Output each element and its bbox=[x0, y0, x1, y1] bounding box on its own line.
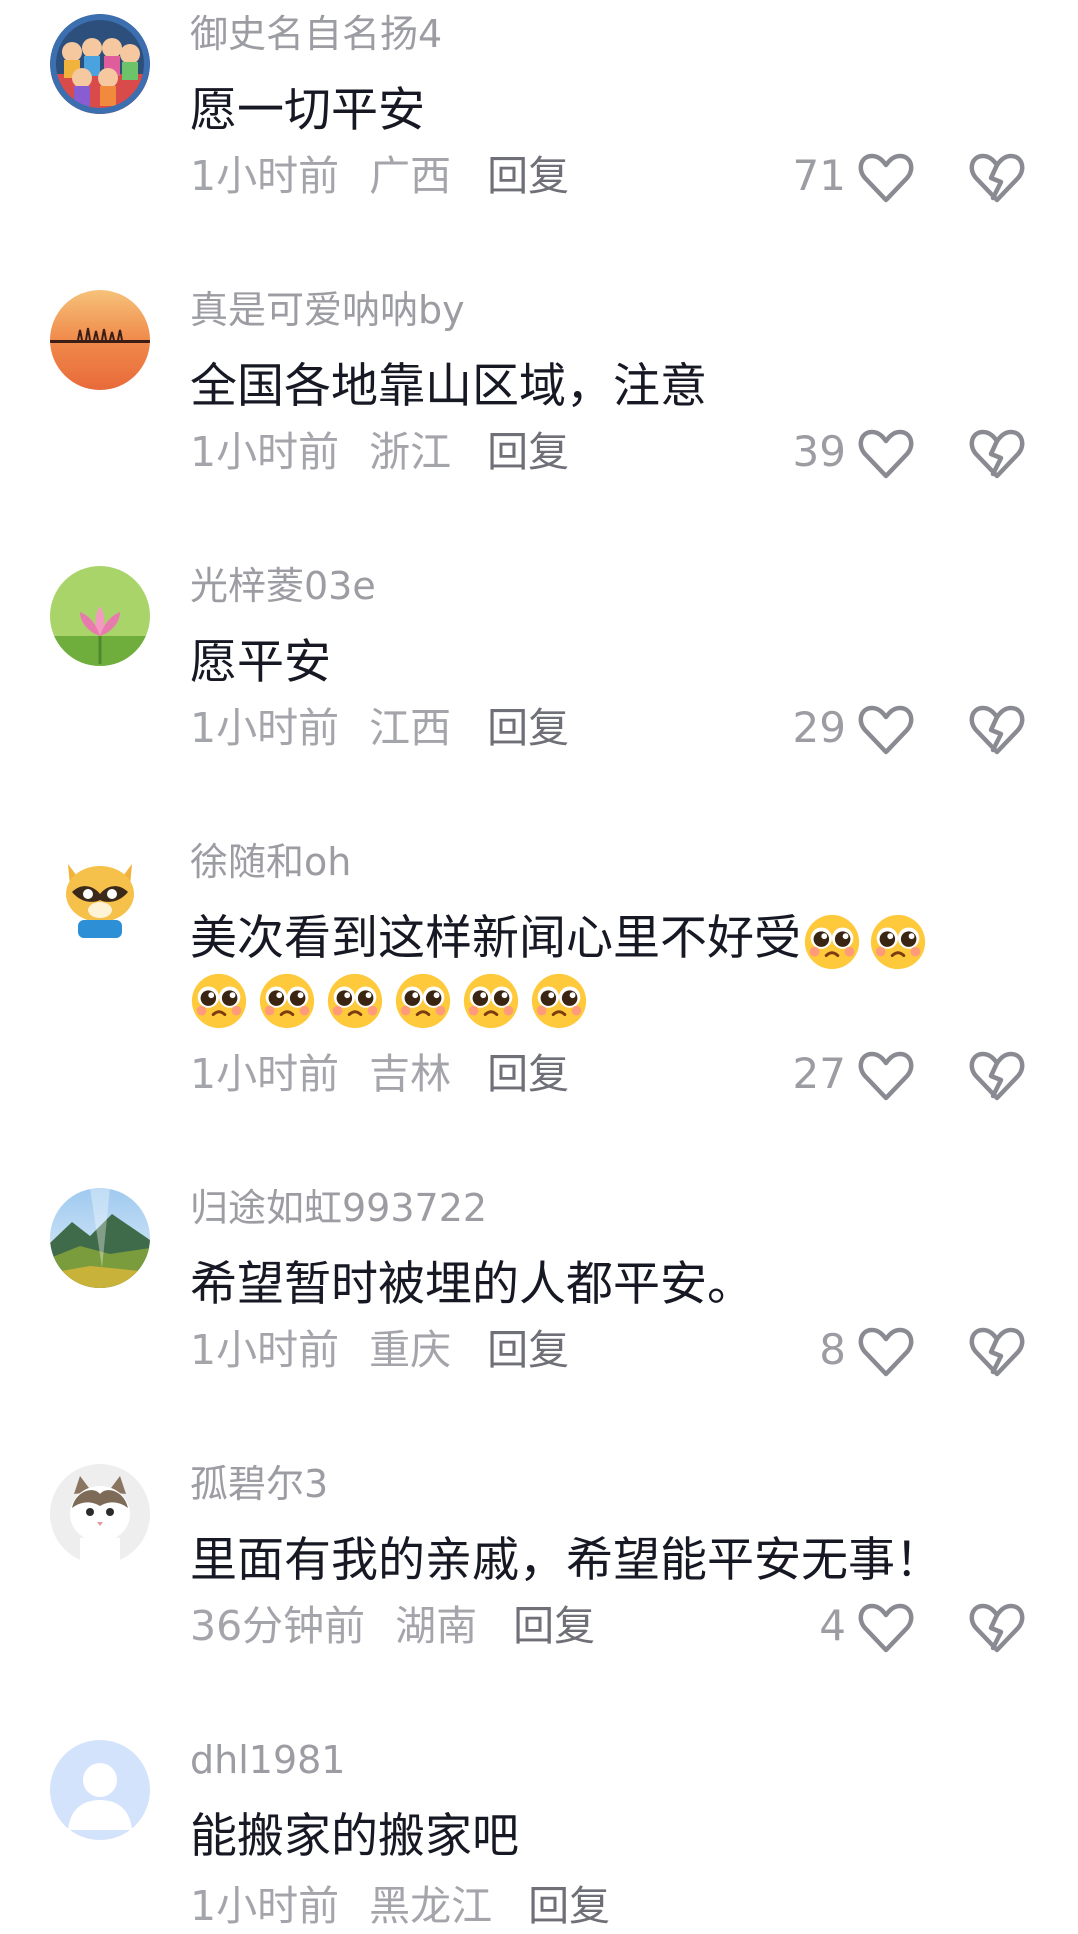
like-count: 8 bbox=[819, 1325, 846, 1374]
comment-time: 1小时前 bbox=[190, 152, 340, 200]
dislike-button[interactable] bbox=[969, 428, 1025, 480]
like-count: 27 bbox=[792, 1049, 846, 1098]
avatar[interactable] bbox=[50, 842, 150, 942]
dislike-button[interactable] bbox=[969, 152, 1025, 204]
like-count: 4 bbox=[819, 1601, 846, 1650]
broken-heart-icon bbox=[969, 1051, 1025, 1101]
comment-location: 浙江 bbox=[369, 428, 452, 476]
broken-heart-icon bbox=[969, 1603, 1025, 1653]
broken-heart-icon bbox=[969, 705, 1025, 755]
like-button[interactable] bbox=[858, 704, 914, 756]
comment-text: 能搬家的搬家吧 bbox=[190, 1809, 519, 1864]
like-button[interactable] bbox=[858, 428, 914, 480]
lotus-flower-avatar-icon bbox=[50, 566, 150, 666]
username[interactable]: 孤碧尔3 bbox=[190, 1458, 328, 1510]
emoji-line bbox=[188, 970, 590, 1032]
comment-time: 1小时前 bbox=[190, 428, 340, 476]
comment-meta: 1小时前 黑龙江 回复 bbox=[190, 1878, 610, 1934]
like-count: 29 bbox=[792, 703, 846, 752]
username[interactable]: dhl1981 bbox=[190, 1734, 345, 1786]
comment-time: 1小时前 bbox=[190, 1050, 340, 1098]
comment-location: 江西 bbox=[369, 704, 452, 752]
comment-meta: 1小时前 广西 回复 bbox=[190, 148, 569, 204]
avatar[interactable] bbox=[50, 290, 150, 390]
cat-photo-avatar-icon bbox=[50, 1464, 150, 1564]
pleading-face-emoji-icon bbox=[256, 970, 318, 1032]
comment-meta: 1小时前 吉林 回复 bbox=[190, 1046, 569, 1102]
comment-location: 重庆 bbox=[369, 1326, 452, 1374]
mountain-landscape-avatar-icon bbox=[50, 1188, 150, 1288]
heart-outline-icon bbox=[858, 1603, 914, 1653]
broken-heart-icon bbox=[969, 153, 1025, 203]
default-user-avatar-icon bbox=[50, 1740, 150, 1840]
comment-time: 36分钟前 bbox=[190, 1602, 366, 1650]
reply-button[interactable]: 回复 bbox=[487, 428, 569, 476]
comment-text: 里面有我的亲戚，希望能平安无事！ bbox=[190, 1533, 942, 1588]
comment-text: 愿一切平安 bbox=[190, 83, 425, 138]
like-count: 71 bbox=[792, 151, 846, 200]
comment-meta: 1小时前 江西 回复 bbox=[190, 700, 569, 756]
emoji-inline-group bbox=[801, 911, 929, 973]
comment-meta: 1小时前 浙江 回复 bbox=[190, 424, 569, 480]
comment-text: 愿平安 bbox=[190, 635, 331, 690]
heart-outline-icon bbox=[858, 1051, 914, 1101]
pleading-face-emoji-icon bbox=[867, 911, 929, 973]
heart-outline-icon bbox=[858, 1327, 914, 1377]
comment-location: 吉林 bbox=[369, 1050, 452, 1098]
like-count: 39 bbox=[792, 427, 846, 476]
comment-meta: 1小时前 重庆 回复 bbox=[190, 1322, 569, 1378]
avatar[interactable] bbox=[50, 14, 150, 114]
username[interactable]: 御史名自名扬4 bbox=[190, 8, 442, 60]
reply-button[interactable]: 回复 bbox=[513, 1602, 595, 1650]
heart-outline-icon bbox=[858, 153, 914, 203]
broken-heart-icon bbox=[969, 429, 1025, 479]
reply-button[interactable]: 回复 bbox=[528, 1882, 610, 1930]
sunset-lake-avatar-icon bbox=[50, 290, 150, 390]
dislike-button[interactable] bbox=[969, 1602, 1025, 1654]
reply-button[interactable]: 回复 bbox=[487, 1050, 569, 1098]
pleading-face-emoji-icon bbox=[188, 970, 250, 1032]
like-button[interactable] bbox=[858, 152, 914, 204]
comment-text-body: 美次看到这样新闻心里不好受 bbox=[190, 911, 801, 966]
pleading-face-emoji-icon bbox=[324, 970, 386, 1032]
broken-heart-icon bbox=[969, 1327, 1025, 1377]
comment-time: 1小时前 bbox=[190, 1882, 340, 1930]
dislike-button[interactable] bbox=[969, 1050, 1025, 1102]
like-button[interactable] bbox=[858, 1326, 914, 1378]
comment-text: 全国各地靠山区域，注意 bbox=[190, 359, 707, 414]
comment-location: 湖南 bbox=[395, 1602, 478, 1650]
pleading-face-emoji-icon bbox=[528, 970, 590, 1032]
like-button[interactable] bbox=[858, 1050, 914, 1102]
heart-outline-icon bbox=[858, 429, 914, 479]
avatar[interactable] bbox=[50, 1188, 150, 1288]
reply-button[interactable]: 回复 bbox=[487, 152, 569, 200]
username[interactable]: 真是可爱呐呐by bbox=[190, 284, 465, 336]
pleading-face-emoji-icon bbox=[392, 970, 454, 1032]
pleading-face-emoji-icon bbox=[460, 970, 522, 1032]
comment-location: 黑龙江 bbox=[369, 1882, 493, 1930]
like-button[interactable] bbox=[858, 1602, 914, 1654]
reply-button[interactable]: 回复 bbox=[487, 1326, 569, 1374]
comment-meta: 36分钟前 湖南 回复 bbox=[190, 1598, 595, 1654]
comment-text: 美次看到这样新闻心里不好受 bbox=[190, 906, 1010, 973]
heart-outline-icon bbox=[858, 705, 914, 755]
comment-location: 广西 bbox=[369, 152, 452, 200]
username[interactable]: 归途如虹993722 bbox=[190, 1182, 487, 1234]
pleading-face-emoji-icon bbox=[801, 911, 863, 973]
group-cartoon-kids-avatar-icon bbox=[50, 14, 150, 114]
reply-button[interactable]: 回复 bbox=[487, 704, 569, 752]
avatar[interactable] bbox=[50, 566, 150, 666]
comment-time: 1小时前 bbox=[190, 1326, 340, 1374]
avatar[interactable] bbox=[50, 1740, 150, 1840]
comment-text: 希望暂时被埋的人都平安。 bbox=[190, 1257, 754, 1312]
username[interactable]: 徐随和oh bbox=[190, 836, 351, 888]
comment-time: 1小时前 bbox=[190, 704, 340, 752]
cartoon-raccoon-avatar-icon bbox=[50, 842, 150, 942]
username[interactable]: 光梓菱03e bbox=[190, 560, 376, 612]
avatar[interactable] bbox=[50, 1464, 150, 1564]
dislike-button[interactable] bbox=[969, 1326, 1025, 1378]
dislike-button[interactable] bbox=[969, 704, 1025, 756]
